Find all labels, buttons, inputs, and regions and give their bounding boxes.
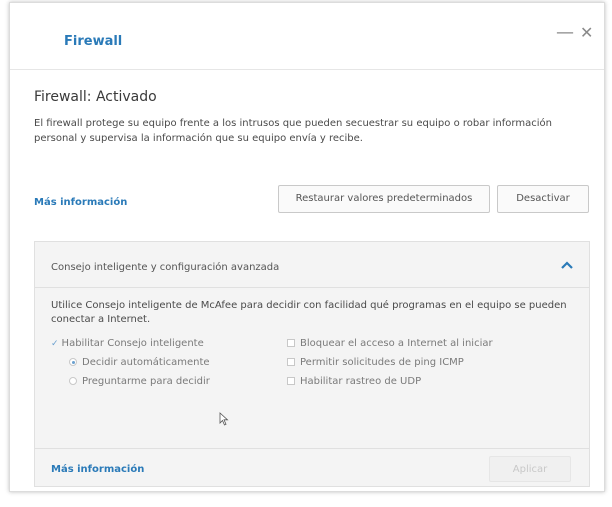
- panel-title: Consejo inteligente y configuración avan…: [51, 262, 280, 273]
- option-label: Habilitar rastreo de UDP: [300, 376, 422, 387]
- mouse-cursor-icon: [219, 412, 229, 426]
- window-title: Firewall: [64, 34, 123, 49]
- panel-header[interactable]: Consejo inteligente y configuración avan…: [35, 242, 589, 288]
- close-icon[interactable]: ✕: [580, 23, 593, 42]
- radio-unselected-icon: [69, 377, 77, 385]
- checkbox-icon: [287, 339, 295, 347]
- option-label: Habilitar Consejo inteligente: [61, 338, 204, 349]
- enable-smart-advice-checkbox[interactable]: ✓ Habilitar Consejo inteligente: [51, 338, 204, 349]
- apply-button[interactable]: Aplicar: [489, 456, 571, 482]
- enable-udp-tracking-checkbox[interactable]: Habilitar rastreo de UDP: [287, 376, 421, 387]
- option-label: Preguntarme para decidir: [82, 376, 210, 387]
- option-label: Permitir solicitudes de ping ICMP: [300, 357, 464, 368]
- advanced-settings-panel: Consejo inteligente y configuración avan…: [34, 241, 590, 487]
- checkmark-icon: ✓: [51, 339, 59, 349]
- option-label: Bloquear el acceso a Internet al iniciar: [300, 338, 493, 349]
- panel-description: Utilice Consejo inteligente de McAfee pa…: [51, 300, 567, 325]
- ask-me-radio[interactable]: Preguntarme para decidir: [69, 376, 210, 387]
- minimize-icon[interactable]: —: [556, 22, 574, 43]
- restore-defaults-button[interactable]: Restaurar valores predeterminados: [278, 185, 490, 213]
- checkbox-icon: [287, 377, 295, 385]
- page-title: Firewall: Activado: [34, 89, 157, 105]
- decide-automatically-radio[interactable]: Decidir automáticamente: [69, 357, 210, 368]
- allow-icmp-ping-checkbox[interactable]: Permitir solicitudes de ping ICMP: [287, 357, 464, 368]
- checkbox-icon: [287, 358, 295, 366]
- block-internet-at-startup-checkbox[interactable]: Bloquear el acceso a Internet al iniciar: [287, 338, 493, 349]
- deactivate-button[interactable]: Desactivar: [497, 185, 589, 213]
- more-info-link[interactable]: Más información: [34, 197, 127, 208]
- firewall-description: El firewall protege su equipo frente a l…: [34, 118, 552, 144]
- option-label: Decidir automáticamente: [82, 357, 210, 368]
- radio-selected-icon: [69, 358, 77, 366]
- title-bar: Firewall — ✕: [10, 3, 604, 70]
- panel-divider: [35, 448, 589, 449]
- firewall-window: Firewall — ✕ Firewall: Activado El firew…: [9, 2, 605, 492]
- chevron-up-icon[interactable]: [559, 258, 575, 272]
- panel-more-info-link[interactable]: Más información: [51, 464, 144, 475]
